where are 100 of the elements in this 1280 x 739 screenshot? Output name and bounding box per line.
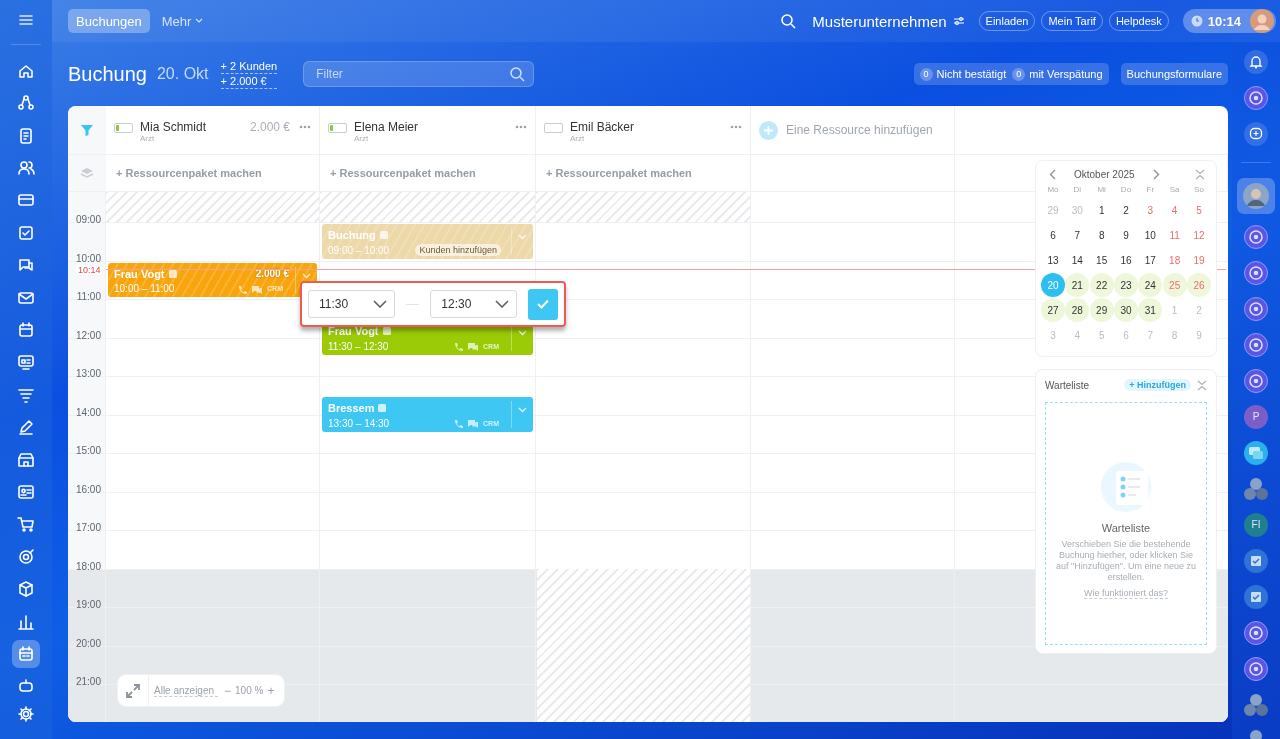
add-client-button[interactable]: Kunden hinzufügen [415, 244, 501, 256]
package-button[interactable]: + Ressourcenpaket machen [546, 167, 692, 179]
calendar-day[interactable]: 5 [1089, 323, 1114, 347]
calendar-day[interactable]: 3 [1138, 198, 1163, 222]
calendar-day[interactable]: 30 [1114, 298, 1138, 322]
clock-button[interactable]: 10:14 [1182, 9, 1276, 33]
calendar-day[interactable]: 24 [1138, 273, 1163, 297]
calendar-day[interactable]: 6 [1114, 323, 1138, 347]
resource-name[interactable]: Mia Schmidt [140, 120, 243, 134]
zoom-out-button[interactable]: − [222, 683, 234, 698]
resource-name[interactable]: Elena Meier [354, 120, 508, 134]
calendar-day[interactable]: 26 [1186, 273, 1211, 297]
package-button[interactable]: + Ressourcenpaket machen [330, 167, 476, 179]
add-button[interactable]: + Hinzufügen [1124, 379, 1191, 391]
calendar-day[interactable]: 7 [1138, 323, 1163, 347]
calendar-day[interactable]: 29 [1041, 198, 1065, 222]
calendar-day[interactable]: 28 [1065, 298, 1090, 322]
calendar-day[interactable]: 13 [1041, 248, 1065, 272]
calendar-day[interactable]: 7 [1065, 223, 1090, 247]
more-icon[interactable] [299, 125, 311, 129]
chevron-left-icon[interactable] [1049, 168, 1056, 180]
sidebar-button[interactable] [1237, 178, 1275, 214]
calendar-day[interactable]: 1 [1162, 298, 1187, 322]
calendar-day[interactable]: 30 [1065, 198, 1090, 222]
calendar-day[interactable]: 11 [1162, 223, 1187, 247]
summary-link[interactable]: + 2 Kunden [220, 59, 278, 74]
calendar-day[interactable]: 3 [1041, 323, 1065, 347]
sidebar-button[interactable] [1242, 48, 1270, 75]
show-all-link[interactable]: Alle anzeigen [154, 684, 219, 697]
calendar-day[interactable]: 18 [1162, 248, 1187, 272]
sidebar-button[interactable] [1242, 295, 1270, 322]
booking-card[interactable]: Buchung 09:00 – 10:00 Kunden hinzufügen [322, 224, 533, 259]
calendar-day[interactable]: 22 [1089, 273, 1114, 297]
calendar-day[interactable]: 19 [1186, 248, 1211, 272]
time-select[interactable]: 11:30 [308, 290, 395, 318]
chevron-right-icon[interactable] [1152, 168, 1160, 180]
sidebar-button[interactable] [1242, 367, 1270, 394]
page-title: Buchung [68, 62, 147, 86]
ring-icon [1244, 260, 1268, 285]
calendar-day[interactable]: 10 [1138, 223, 1163, 247]
calendar-day[interactable]: 20 [1041, 273, 1065, 297]
counter-label[interactable]: mit Verspätung [1029, 68, 1103, 80]
sidebar-button[interactable] [1242, 547, 1270, 574]
calendar-day[interactable]: 6 [1041, 223, 1065, 247]
more-icon[interactable] [515, 125, 527, 129]
nav-tab[interactable]: Buchungen [68, 9, 150, 33]
time-select[interactable]: 12:30 [430, 290, 517, 318]
hour-label: 15:00 [75, 445, 101, 456]
calendar-day[interactable]: 15 [1089, 248, 1114, 272]
sliders-icon[interactable] [952, 16, 965, 26]
search-icon[interactable] [780, 13, 797, 29]
sidebar-button[interactable] [1242, 583, 1270, 610]
clock-time: 10:14 [1207, 13, 1241, 29]
add-resource-button[interactable]: Eine Ressource hinzufügen [759, 120, 933, 140]
calendar-day[interactable]: 31 [1138, 298, 1163, 322]
counter-label[interactable]: Nicht bestätigt [936, 68, 1007, 80]
calendar-day[interactable]: 8 [1162, 323, 1187, 347]
calendar-day[interactable]: 9 [1186, 323, 1211, 347]
calendar-day[interactable]: 1 [1089, 198, 1114, 222]
calendar-day[interactable]: 2 [1114, 198, 1138, 222]
ring-icon [1244, 368, 1268, 393]
calendar-day[interactable]: 9 [1114, 223, 1138, 247]
calendar-day[interactable]: 29 [1089, 298, 1114, 322]
package-button[interactable]: + Ressourcenpaket machen [116, 167, 262, 179]
check-icon [537, 299, 549, 309]
calendar-day[interactable]: 2 [1186, 298, 1211, 322]
resource-name[interactable]: Emil Bäcker [570, 120, 723, 134]
sidebar-button[interactable] [1242, 691, 1270, 718]
calendar-day[interactable]: 4 [1065, 323, 1090, 347]
calendar-day[interactable]: 25 [1162, 273, 1187, 297]
calendar-day[interactable]: 8 [1089, 223, 1114, 247]
nav-tab[interactable]: Mehr [153, 9, 212, 33]
help-link[interactable]: Wie funktioniert das? [1083, 588, 1168, 599]
sidebar-button[interactable] [1242, 84, 1270, 111]
sidebar-item[interactable] [12, 639, 40, 668]
calendar-day[interactable]: 4 [1162, 198, 1187, 222]
more-icon[interactable] [730, 125, 742, 129]
sidebar-button[interactable] [1242, 475, 1270, 502]
sidebar-button[interactable] [1242, 331, 1270, 358]
sidebar-button[interactable] [1242, 259, 1270, 286]
sidebar-button[interactable] [1242, 619, 1270, 646]
calendar-day[interactable]: 27 [1041, 298, 1065, 322]
sidebar-button[interactable] [1242, 655, 1270, 682]
calendar-day[interactable]: 5 [1186, 198, 1211, 222]
calendar-day[interactable]: 16 [1114, 248, 1138, 272]
sidebar-button[interactable] [1242, 120, 1270, 147]
calendar-day[interactable]: 17 [1138, 248, 1163, 272]
zoom-in-button[interactable]: + [265, 683, 277, 698]
calendar-day[interactable]: 14 [1065, 248, 1090, 272]
sidebar-button[interactable] [1242, 223, 1270, 250]
calendar-day[interactable]: 23 [1114, 273, 1138, 297]
sidebar-button[interactable]: P [1242, 403, 1270, 430]
sidebar-button[interactable] [1242, 439, 1270, 466]
calendar-day[interactable]: 21 [1065, 273, 1090, 297]
weekday-label: So [1193, 184, 1205, 196]
forms-button[interactable]: Buchungsformulare [1120, 63, 1228, 85]
calendar-day[interactable]: 12 [1186, 223, 1211, 247]
summary-link[interactable]: + 2.000 € [220, 74, 278, 89]
company-name[interactable]: Musterunternehmen [812, 12, 947, 30]
sidebar-button[interactable]: FI [1242, 511, 1270, 538]
